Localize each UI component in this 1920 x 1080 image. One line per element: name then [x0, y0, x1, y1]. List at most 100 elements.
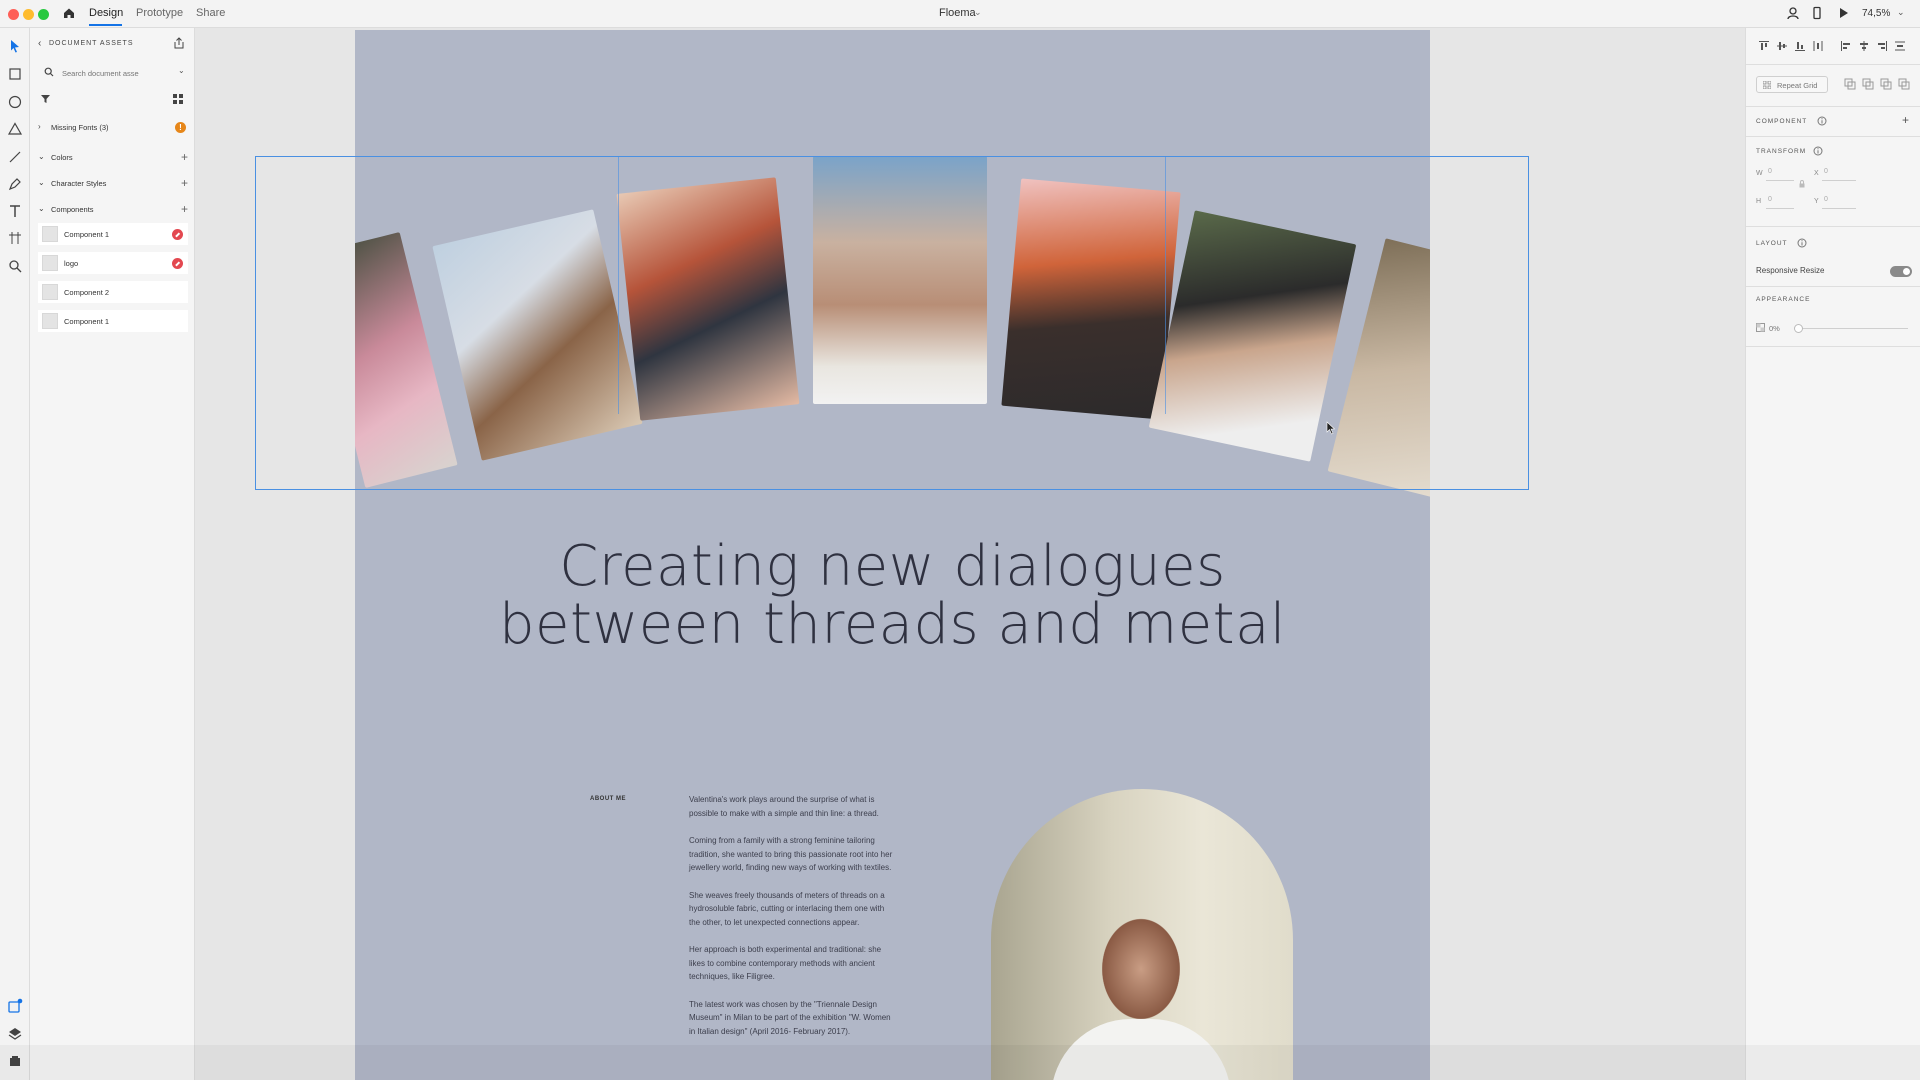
component-label: logo	[64, 259, 79, 268]
assets-panel-title: DOCUMENT ASSETS	[49, 40, 134, 47]
divider	[1746, 286, 1920, 287]
appearance-heading: APPEARANCE	[1756, 296, 1811, 303]
polygon-tool-icon[interactable]	[7, 121, 23, 137]
add-icon[interactable]: +	[181, 202, 188, 216]
tab-share[interactable]: Share	[196, 7, 225, 19]
section-label: Character Styles	[51, 179, 107, 188]
filter-icon[interactable]	[40, 94, 51, 104]
section-label: Components	[51, 205, 94, 214]
component-item[interactable]: Component 1	[38, 223, 188, 245]
section-missing-fonts[interactable]: › Missing Fonts (3) !	[38, 120, 188, 136]
y-field-underline	[1822, 208, 1856, 209]
add-icon[interactable]: +	[181, 176, 188, 190]
headline-line: Creating new dialogues	[559, 534, 1226, 599]
distribute-vertical-icon[interactable]	[1812, 40, 1824, 52]
design-canvas[interactable]: Creating new dialogues between threads a…	[195, 28, 1745, 1080]
select-tool-icon[interactable]	[7, 38, 23, 54]
about-paragraph: Coming from a family with a strong femin…	[689, 836, 893, 872]
opacity-slider-track[interactable]	[1798, 328, 1908, 329]
error-icon	[172, 229, 183, 240]
grid-view-icon[interactable]	[173, 94, 183, 104]
boolean-subtract-icon[interactable]	[1862, 78, 1874, 90]
chevron-down-icon[interactable]: ⌄	[974, 7, 982, 18]
line-tool-icon[interactable]	[7, 149, 23, 165]
section-components[interactable]: ⌄ Components +	[38, 202, 188, 218]
component-heading: COMPONENT	[1756, 118, 1808, 125]
chevron-right-icon: ›	[38, 122, 41, 131]
tab-prototype[interactable]: Prototype	[136, 7, 183, 19]
chevron-down-icon[interactable]: ⌄	[1897, 7, 1905, 18]
assets-search[interactable]: ⌄	[38, 63, 188, 83]
section-colors[interactable]: ⌄ Colors +	[38, 150, 188, 166]
section-label: Colors	[51, 153, 73, 162]
component-item[interactable]: logo	[38, 252, 188, 274]
align-right-icon[interactable]	[1876, 40, 1888, 52]
width-field[interactable]: 0	[1768, 168, 1772, 175]
play-icon[interactable]	[1836, 6, 1850, 20]
align-middle-icon[interactable]	[1776, 40, 1788, 52]
divider	[1746, 136, 1920, 137]
window-minimize-button[interactable]	[23, 9, 34, 20]
error-icon	[172, 258, 183, 269]
component-item[interactable]: Component 2	[38, 281, 188, 303]
artboard-tool-icon[interactable]	[7, 230, 23, 246]
lock-aspect-icon[interactable]	[1798, 180, 1806, 188]
height-field-underline	[1766, 208, 1794, 209]
y-field[interactable]: 0	[1824, 196, 1828, 203]
pen-tool-icon[interactable]	[7, 176, 23, 192]
divider	[1746, 106, 1920, 107]
height-field[interactable]: 0	[1768, 196, 1772, 203]
text-tool-icon[interactable]	[7, 203, 23, 219]
x-field[interactable]: 0	[1824, 168, 1828, 175]
about-paragraph: Her approach is both experimental and tr…	[689, 945, 882, 981]
ellipse-tool-icon[interactable]	[7, 94, 23, 110]
boolean-exclude-icon[interactable]	[1898, 78, 1910, 90]
boolean-intersect-icon[interactable]	[1880, 78, 1892, 90]
portrait-photo[interactable]	[991, 789, 1293, 1080]
align-center-icon[interactable]	[1858, 40, 1870, 52]
add-component-icon[interactable]: +	[1902, 113, 1909, 127]
boolean-add-icon[interactable]	[1844, 78, 1856, 90]
window-maximize-button[interactable]	[38, 9, 49, 20]
opacity-value[interactable]: 0%	[1769, 324, 1780, 333]
home-icon[interactable]	[62, 6, 76, 20]
about-paragraph: Valentina's work plays around the surpri…	[689, 795, 879, 818]
repeat-grid-label: Repeat Grid	[1777, 81, 1818, 90]
info-icon[interactable]	[1797, 238, 1807, 248]
component-bounds	[618, 156, 1166, 414]
add-icon[interactable]: +	[181, 150, 188, 164]
component-label: Component 1	[64, 317, 110, 326]
section-character-styles[interactable]: ⌄ Character Styles +	[38, 176, 188, 192]
export-icon[interactable]	[173, 37, 185, 49]
window-close-button[interactable]	[8, 9, 19, 20]
info-icon[interactable]	[1817, 116, 1827, 126]
responsive-resize-toggle[interactable]	[1890, 266, 1912, 277]
tab-design[interactable]: Design	[89, 7, 123, 19]
layers-icon[interactable]	[7, 1026, 23, 1042]
divider	[1746, 226, 1920, 227]
user-icon[interactable]	[1786, 6, 1800, 20]
info-icon[interactable]	[1813, 146, 1823, 156]
align-bottom-icon[interactable]	[1794, 40, 1806, 52]
plugins-icon[interactable]	[7, 998, 23, 1014]
opacity-slider-thumb[interactable]	[1794, 324, 1803, 333]
zoom-level[interactable]: 74,5%	[1862, 8, 1890, 19]
responsive-resize-label: Responsive Resize	[1756, 266, 1825, 275]
chevron-down-icon: ⌄	[38, 152, 45, 161]
document-title[interactable]: Floema	[939, 7, 976, 19]
zoom-tool-icon[interactable]	[7, 258, 23, 274]
component-item[interactable]: Component 1	[38, 310, 188, 332]
repeat-grid-button[interactable]: Repeat Grid	[1756, 76, 1828, 93]
about-me-text: Valentina's work plays around the surpri…	[689, 793, 894, 1052]
distribute-horizontal-icon[interactable]	[1894, 40, 1906, 52]
rectangle-tool-icon[interactable]	[7, 66, 23, 82]
back-chevron-icon[interactable]: ‹	[38, 38, 41, 49]
cursor-icon	[1326, 421, 1336, 435]
height-label: H	[1756, 198, 1762, 205]
x-label: X	[1814, 170, 1819, 177]
search-input[interactable]	[62, 66, 162, 80]
align-top-icon[interactable]	[1758, 40, 1770, 52]
align-left-icon[interactable]	[1840, 40, 1852, 52]
mobile-preview-icon[interactable]	[1810, 6, 1824, 20]
chevron-down-icon[interactable]: ⌄	[178, 66, 185, 75]
